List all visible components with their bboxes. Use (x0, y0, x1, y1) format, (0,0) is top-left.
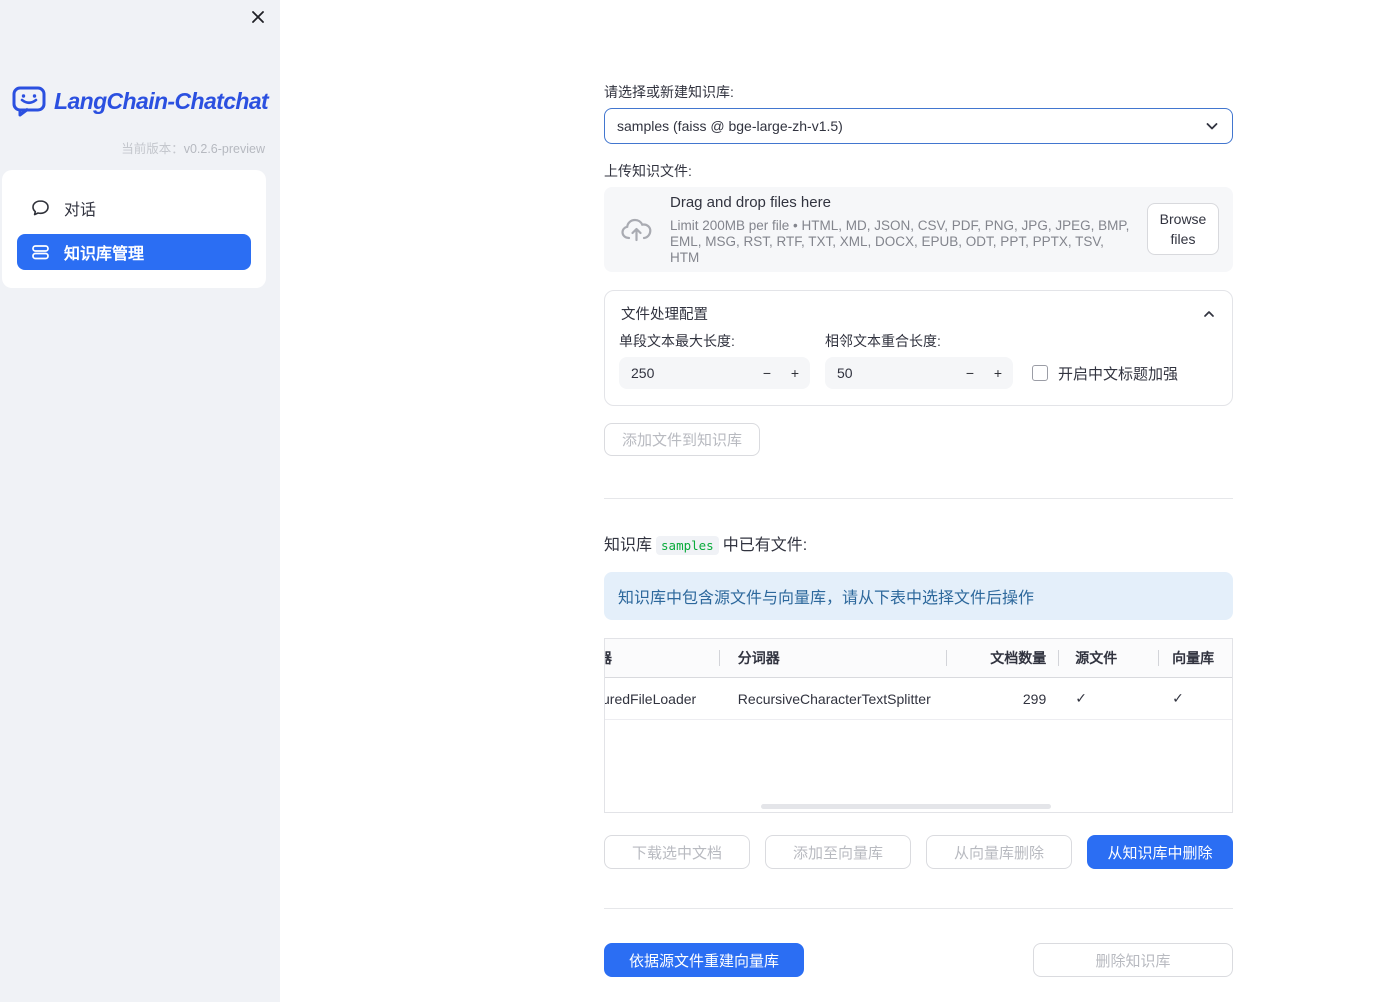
kb-name-code: samples (656, 536, 719, 555)
overlap-size-input[interactable] (837, 357, 932, 389)
kb-files-heading: 知识库 samples 中已有文件: (604, 531, 1233, 555)
kb-files-suffix: 中已有文件: (722, 537, 808, 554)
overlap-size-increment-button[interactable]: + (985, 357, 1011, 389)
file-config-expander: 文件处理配置 单段文本最大长度: − + 相邻文本重合长度: − + (604, 290, 1233, 406)
chat-smiley-logo-icon (12, 86, 46, 117)
table-row[interactable]: uredFileLoader RecursiveCharacterTextSpl… (605, 678, 1232, 720)
zh-title-checkbox[interactable] (1032, 365, 1048, 381)
download-selected-button[interactable]: 下载选中文档 (604, 835, 750, 869)
table-header-loader: 器 (605, 648, 719, 668)
knowledge-base-icon (31, 243, 50, 261)
version-caption: 当前版本：v0.2.6-preview (121, 138, 265, 157)
divider (604, 908, 1233, 909)
dropzone-limit-text: Limit 200MB per file • HTML, MD, JSON, C… (670, 217, 1130, 265)
table-horizontal-scrollbar[interactable] (761, 804, 1051, 809)
version-value: v0.2.6-preview (183, 142, 265, 156)
table-action-buttons: 下载选中文档 添加至向量库 从向量库删除 从知识库中删除 (604, 835, 1233, 869)
app-logo: LangChain-Chatchat (12, 86, 269, 117)
kb-select-label: 请选择或新建知识库: (604, 84, 734, 100)
chunk-size-increment-button[interactable]: + (782, 357, 808, 389)
table-header-vector-store: 向量库 (1158, 648, 1232, 668)
expander-header[interactable]: 文件处理配置 (605, 291, 1232, 333)
sidebar-close-icon[interactable] (249, 8, 267, 26)
overlap-size-input-group: − + (825, 357, 1013, 389)
file-dropzone[interactable]: Drag and drop files here Limit 200MB per… (604, 187, 1233, 272)
zh-title-checkbox-label: 开启中文标题加强 (1058, 365, 1179, 383)
chunk-size-label: 单段文本最大长度: (619, 333, 735, 349)
browse-files-button[interactable]: Browse files (1147, 203, 1219, 255)
chevron-down-icon (1204, 118, 1220, 134)
kb-bottom-actions: 依据源文件重建向量库 删除知识库 (604, 943, 1233, 977)
overlap-size-decrement-button[interactable]: − (957, 357, 983, 389)
divider (604, 498, 1233, 499)
sidebar-menu: 对话 知识库管理 (2, 170, 266, 288)
rebuild-vector-store-button[interactable]: 依据源文件重建向量库 (604, 943, 804, 977)
cloud-upload-icon (620, 215, 654, 245)
chunk-size-decrement-button[interactable]: − (754, 357, 780, 389)
sidebar-item-label: 对话 (64, 202, 97, 219)
cell-loader: uredFileLoader (605, 690, 697, 707)
add-files-to-kb-button[interactable]: 添加文件到知识库 (604, 423, 761, 456)
table-header-source-file: 源文件 (1058, 648, 1158, 668)
app-title: LangChain-Chatchat (54, 88, 269, 114)
sidebar-item-label: 知识库管理 (64, 246, 145, 263)
table-header-row: 器 分词器 文档数量 源文件 向量库 (605, 639, 1232, 678)
expander-title: 文件处理配置 (621, 307, 708, 323)
cell-source-file-check: ✓ (1075, 690, 1087, 706)
cell-splitter: RecursiveCharacterTextSplitter (737, 690, 931, 707)
delete-from-kb-button[interactable]: 从知识库中删除 (1087, 835, 1233, 869)
table-header-doc-count: 文档数量 (946, 648, 1058, 668)
table-header-splitter: 分词器 (718, 648, 947, 668)
main-content: 请选择或新建知识库: samples (faiss @ bge-large-zh… (604, 0, 1233, 977)
cell-vector-store-check: ✓ (1172, 690, 1184, 706)
kb-select[interactable]: samples (faiss @ bge-large-zh-v1.5) (604, 108, 1233, 144)
sidebar: LangChain-Chatchat 当前版本：v0.2.6-preview 对… (0, 0, 280, 1002)
info-alert-text: 知识库中包含源文件与向量库，请从下表中选择文件后操作 (618, 590, 1035, 607)
kb-select-value: samples (faiss @ bge-large-zh-v1.5) (617, 118, 843, 134)
sidebar-item-dialogue[interactable]: 对话 (17, 190, 251, 226)
chunk-size-input-group: − + (619, 357, 810, 389)
cell-doc-count: 299 (1022, 690, 1047, 707)
info-alert: 知识库中包含源文件与向量库，请从下表中选择文件后操作 (604, 572, 1233, 620)
overlap-size-label: 相邻文本重合长度: (825, 333, 941, 349)
version-label: 当前版本： (121, 142, 184, 156)
chunk-size-input[interactable] (631, 357, 726, 389)
chevron-up-icon (1202, 307, 1216, 321)
delete-from-vector-store-button[interactable]: 从向量库删除 (926, 835, 1072, 869)
chat-bubble-icon (31, 199, 50, 217)
sidebar-item-kb-management[interactable]: 知识库管理 (17, 234, 251, 270)
kb-files-table[interactable]: 器 分词器 文档数量 源文件 向量库 uredFileLoader Recurs… (604, 638, 1233, 813)
kb-files-prefix: 知识库 (604, 537, 653, 554)
dropzone-title: Drag and drop files here (670, 193, 831, 211)
add-to-vector-store-button[interactable]: 添加至向量库 (765, 835, 911, 869)
delete-kb-button[interactable]: 删除知识库 (1033, 943, 1233, 977)
upload-label: 上传知识文件: (604, 163, 692, 179)
